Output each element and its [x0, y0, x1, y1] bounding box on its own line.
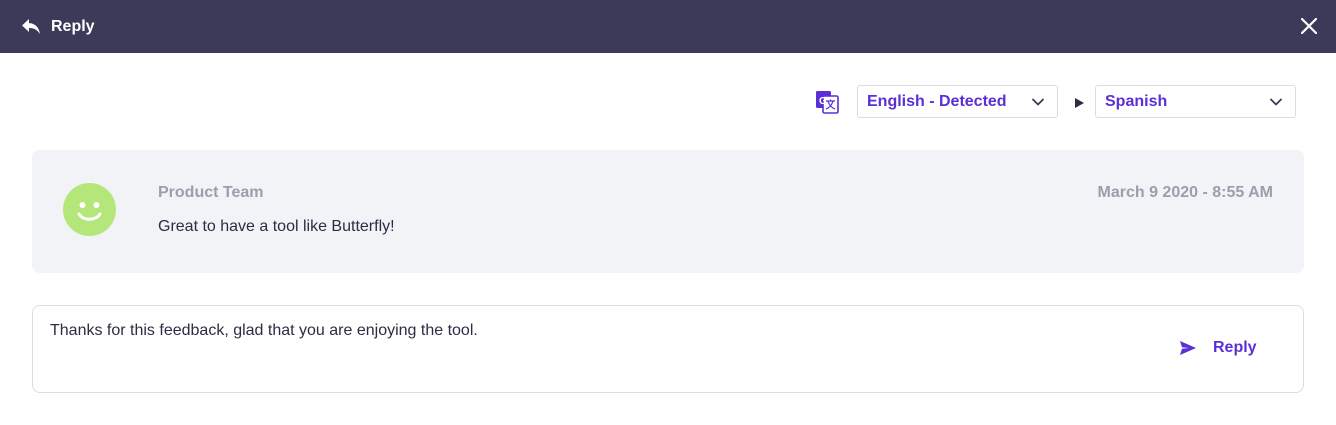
reply-input[interactable]: Thanks for this feedback, glad that you … — [32, 305, 1304, 393]
arrow-right-icon — [1073, 96, 1085, 108]
feedback-message-card: Product Team March 9 2020 - 8:55 AM Grea… — [32, 150, 1304, 273]
reply-arrow-icon — [21, 16, 41, 36]
smiley-icon — [63, 183, 116, 236]
source-language-label: English - Detected — [867, 92, 1007, 110]
dialog-header: Reply — [0, 0, 1336, 53]
chevron-down-icon — [1269, 95, 1283, 109]
send-reply-button[interactable]: Reply — [1179, 336, 1257, 360]
dialog-title: Reply — [51, 18, 95, 35]
message-author: Product Team — [158, 184, 264, 201]
message-text: Great to have a tool like Butterfly! — [158, 218, 395, 235]
translate-icon: G — [815, 90, 839, 114]
close-icon — [1301, 18, 1317, 34]
send-reply-label: Reply — [1213, 339, 1257, 356]
close-button[interactable] — [1297, 14, 1321, 38]
source-language-select[interactable]: English - Detected — [857, 85, 1058, 118]
target-language-select[interactable]: Spanish — [1095, 85, 1296, 118]
send-icon — [1179, 339, 1197, 357]
target-language-label: Spanish — [1105, 92, 1168, 110]
message-timestamp: March 9 2020 - 8:55 AM — [1097, 184, 1273, 201]
reply-text: Thanks for this feedback, glad that you … — [50, 322, 478, 339]
svg-text:G: G — [819, 96, 827, 107]
chevron-down-icon — [1031, 95, 1045, 109]
